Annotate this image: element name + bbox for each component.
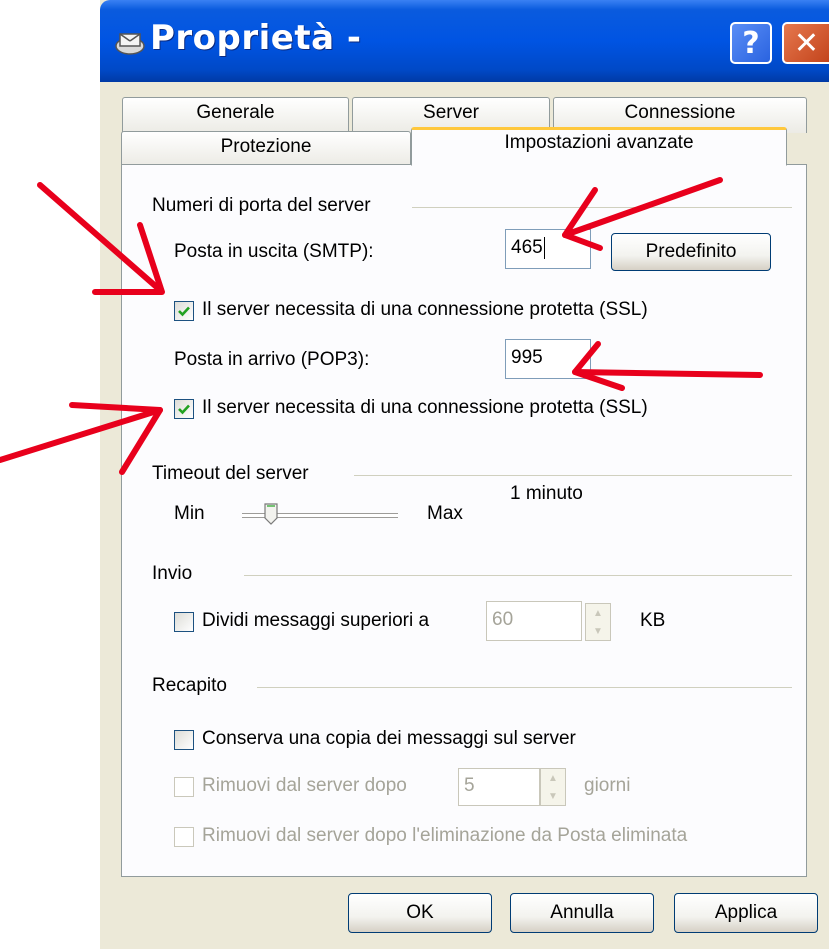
keep-copy-label[interactable]: Conserva una copia dei messaggi sul serv… [202, 728, 576, 750]
group-divider [354, 475, 792, 476]
split-size-input: 60 [486, 601, 582, 641]
ssl-pop3-label[interactable]: Il server necessita di una connessione p… [202, 397, 648, 419]
tab-label: Protezione [220, 136, 312, 157]
spin-down-icon: ▼ [593, 625, 603, 637]
group-divider [412, 207, 792, 208]
text-caret [543, 236, 545, 259]
remove-deleted-checkbox [174, 827, 194, 847]
smtp-label: Posta in uscita (SMTP): [174, 241, 374, 262]
timeout-min-label: Min [174, 503, 205, 524]
tab-label: Server [423, 102, 479, 123]
cancel-button[interactable]: Annulla [510, 893, 654, 933]
cancel-button-label: Annulla [550, 902, 614, 923]
timeout-slider[interactable] [242, 503, 400, 527]
apply-button-label: Applica [714, 902, 778, 923]
checkmark-icon [178, 306, 190, 317]
split-size-spinner: ▲ ▼ [585, 603, 611, 641]
remove-after-value: 5 [464, 775, 475, 796]
properties-dialog: Proprietà - ? ✕ Generale Server Connessi… [100, 0, 829, 949]
remove-after-checkbox [174, 777, 194, 797]
checkmark-icon [178, 404, 190, 415]
window-title: Proprietà - [150, 18, 362, 58]
tab-label: Generale [196, 102, 275, 123]
ok-button[interactable]: OK [348, 893, 492, 933]
close-button[interactable]: ✕ [782, 22, 829, 64]
ssl-smtp-checkbox[interactable] [174, 301, 194, 321]
smtp-port-value: 465 [511, 237, 543, 258]
help-icon: ? [742, 25, 760, 61]
default-button-label: Predefinito [645, 241, 737, 262]
split-unit-label: KB [640, 610, 666, 631]
title-bar[interactable]: Proprietà - ? ✕ [100, 0, 829, 82]
timeout-value: 1 minuto [510, 483, 583, 504]
tab-panel-advanced: Numeri di porta del server Posta in usci… [121, 164, 807, 877]
tab-generale[interactable]: Generale [122, 97, 349, 133]
apply-button[interactable]: Applica [674, 893, 818, 933]
timeout-max-label: Max [427, 503, 463, 524]
spin-up-icon: ▲ [548, 772, 558, 784]
tab-label: Connessione [624, 102, 736, 123]
close-icon: ✕ [793, 25, 820, 61]
send-group-label: Invio [152, 563, 193, 584]
tab-impostazioni-avanzate[interactable]: Impostazioni avanzate [411, 127, 787, 166]
split-messages-label[interactable]: Dividi messaggi superiori a [202, 610, 429, 632]
group-divider [257, 687, 792, 688]
timeout-group-label: Timeout del server [152, 463, 309, 484]
remove-after-spinner: ▲ ▼ [540, 768, 566, 806]
spin-down-icon: ▼ [548, 790, 558, 802]
split-messages-checkbox[interactable] [174, 612, 194, 632]
delivery-group-label: Recapito [152, 675, 227, 696]
ssl-smtp-label[interactable]: Il server necessita di una connessione p… [202, 299, 648, 321]
default-button[interactable]: Predefinito [611, 233, 771, 271]
pop3-port-input[interactable]: 995 [505, 339, 591, 379]
days-label: giorni [584, 775, 631, 796]
slider-thumb-icon[interactable] [264, 503, 278, 525]
remove-after-input: 5 [458, 768, 540, 806]
tab-protezione[interactable]: Protezione [121, 131, 411, 165]
ssl-pop3-checkbox[interactable] [174, 399, 194, 419]
remove-after-label: Rimuovi dal server dopo [202, 775, 407, 796]
keep-copy-checkbox[interactable] [174, 730, 194, 750]
spin-up-icon: ▲ [593, 607, 603, 619]
pop3-label: Posta in arrivo (POP3): [174, 349, 370, 370]
help-button[interactable]: ? [730, 22, 772, 64]
smtp-port-input[interactable]: 465 [505, 229, 591, 269]
group-divider [244, 575, 792, 576]
tab-label: Impostazioni avanzate [504, 132, 694, 153]
pop3-port-value: 995 [511, 347, 543, 368]
ok-button-label: OK [406, 902, 434, 923]
remove-deleted-label: Rimuovi dal server dopo l'eliminazione d… [202, 825, 688, 846]
split-size-value: 60 [492, 609, 514, 630]
mail-account-icon [115, 33, 145, 55]
ports-group-label: Numeri di porta del server [152, 195, 371, 216]
